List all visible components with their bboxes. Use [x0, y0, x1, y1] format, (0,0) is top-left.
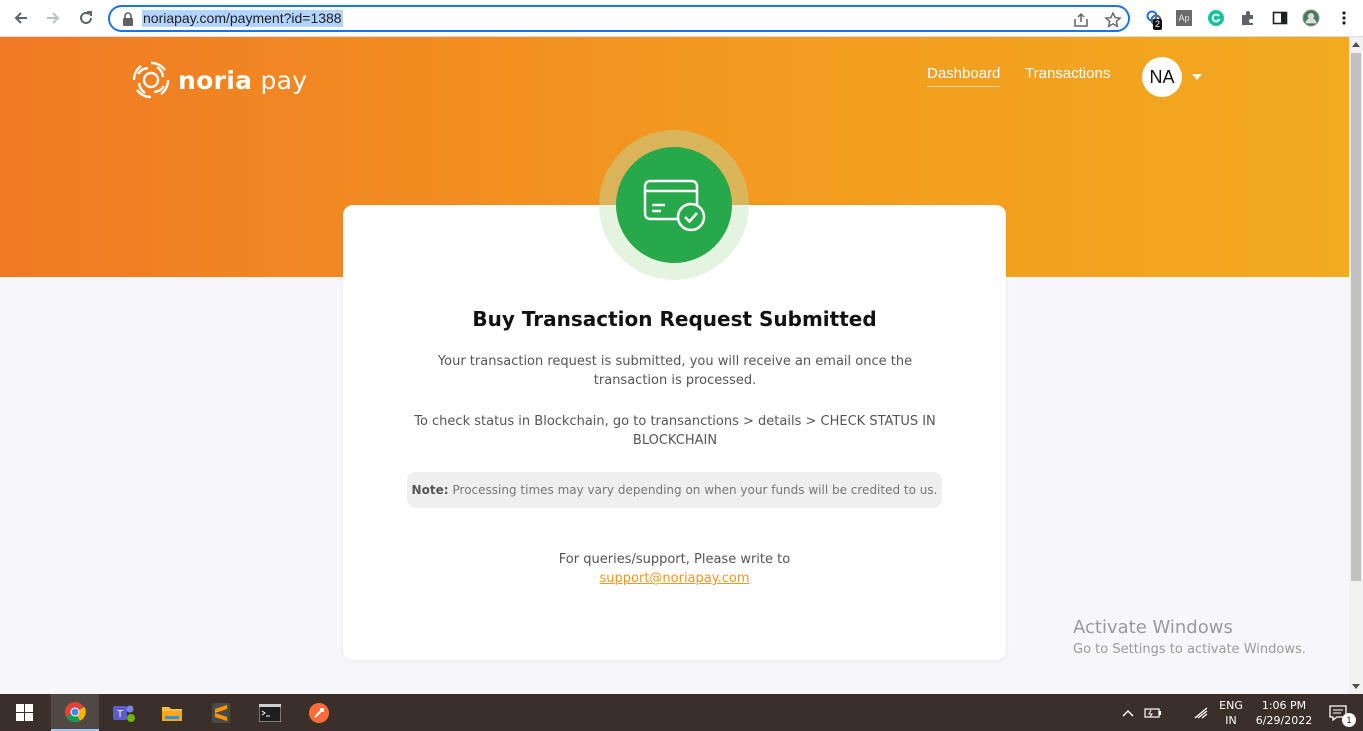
- clock-time: 1:06 PM: [1261, 699, 1307, 712]
- svg-text:T: T: [117, 709, 123, 720]
- reload-icon: [80, 11, 92, 24]
- windows-logo-icon: [15, 704, 33, 721]
- show-hidden-icons-chevron-up-icon[interactable]: [1117, 694, 1139, 731]
- extensions-puzzle-icon[interactable]: [1239, 9, 1257, 27]
- region-code: IN: [1225, 714, 1237, 727]
- extension-badge: 2: [1153, 19, 1163, 30]
- logo-text-bold: noria: [178, 65, 253, 95]
- card-check-icon: [643, 179, 706, 232]
- noria-logo-mark-icon: [132, 61, 170, 99]
- reload-button[interactable]: [73, 6, 99, 30]
- taskbar-postman[interactable]: [295, 694, 343, 731]
- noria-pay-logo[interactable]: noria pay: [130, 59, 307, 101]
- support-section: For queries/support, Please write to sup…: [343, 550, 1006, 588]
- account-menu-chevron-down-icon[interactable]: [1192, 74, 1202, 80]
- blockchain-status-instructions: To check status in Blockchain, go to tra…: [414, 414, 936, 448]
- scroll-down-arrow-icon[interactable]: [1352, 684, 1360, 689]
- start-button[interactable]: [0, 694, 48, 731]
- page-scrollbar[interactable]: [1349, 37, 1363, 694]
- clock-date: 6/29/2022: [1255, 714, 1313, 727]
- extension-link-icon[interactable]: 2: [1145, 9, 1163, 30]
- terminal-icon: [259, 703, 281, 722]
- forward-button[interactable]: [40, 6, 66, 30]
- url-text[interactable]: noriapay.com/payment?id=1388: [142, 10, 343, 27]
- taskbar-teams[interactable]: T: [100, 694, 148, 731]
- share-icon[interactable]: [1072, 11, 1090, 29]
- side-panel-icon[interactable]: [1271, 9, 1289, 27]
- activate-windows-subtitle: Go to Settings to activate Windows.: [1073, 642, 1306, 657]
- activate-windows-title: Activate Windows: [1073, 617, 1233, 638]
- teams-icon: T: [113, 705, 135, 722]
- support-email-link[interactable]: support@noriapay.com: [343, 569, 1006, 588]
- folder-icon: [162, 706, 182, 721]
- forward-arrow-icon: [47, 12, 60, 24]
- clock[interactable]: 1:06 PM 6/29/2022: [1253, 698, 1315, 728]
- address-bar[interactable]: noriapay.com/payment?id=1388: [108, 5, 1130, 32]
- support-text: For queries/support, Please write to: [558, 552, 791, 567]
- action-center-button[interactable]: 1: [1318, 694, 1358, 731]
- bookmark-star-icon[interactable]: [1104, 11, 1122, 29]
- logo-text-light: pay: [252, 65, 308, 95]
- grammarly-icon[interactable]: [1207, 9, 1225, 27]
- language-code: ENG: [1219, 699, 1243, 712]
- taskbar-chrome[interactable]: [51, 694, 99, 731]
- scrollbar-thumb[interactable]: [1351, 53, 1361, 581]
- postman-icon: [309, 702, 329, 723]
- profile-avatar-icon[interactable]: [1302, 9, 1320, 27]
- taskbar-terminal[interactable]: [246, 694, 294, 731]
- nav-dashboard-link[interactable]: Dashboard: [927, 65, 1001, 87]
- user-avatar[interactable]: NA: [1142, 57, 1182, 97]
- sublime-text-icon: [212, 702, 230, 723]
- confirmation-title: Buy Transaction Request Submitted: [472, 307, 877, 331]
- note-text: Processing times may vary depending on w…: [452, 483, 938, 497]
- windows-taskbar: T ENG IN 1:06 PM 6/29/2022 1: [0, 694, 1363, 731]
- back-button[interactable]: [8, 6, 34, 30]
- logo-wordmark: noria pay: [178, 66, 307, 95]
- back-arrow-icon: [14, 12, 27, 24]
- taskbar-file-explorer[interactable]: [148, 694, 196, 731]
- wifi-icon[interactable]: [1190, 694, 1212, 731]
- battery-icon[interactable]: [1142, 694, 1164, 731]
- note-label: Note:: [411, 483, 449, 497]
- notification-count-badge: 1: [1342, 713, 1356, 727]
- lock-icon: [123, 12, 133, 26]
- browser-menu-icon[interactable]: [1335, 9, 1353, 27]
- activate-windows-watermark: Activate Windows Go to Settings to activ…: [1073, 617, 1306, 657]
- submission-message: Your transaction request is submitted, y…: [437, 354, 913, 388]
- scroll-up-arrow-icon[interactable]: [1352, 42, 1360, 47]
- payment-page: noria pay Dashboard Transactions NA Buy …: [0, 37, 1349, 694]
- nav-transactions-link[interactable]: Transactions: [1025, 65, 1110, 82]
- chrome-icon: [65, 701, 86, 722]
- input-language[interactable]: ENG IN: [1213, 698, 1249, 728]
- browser-toolbar: noriapay.com/payment?id=1388 2 Ap: [0, 0, 1363, 37]
- processing-note: Note: Processing times may vary dependin…: [407, 472, 942, 508]
- extension-ap-icon[interactable]: Ap: [1175, 9, 1193, 27]
- extension-ap-label: Ap: [1176, 10, 1192, 26]
- taskbar-sublime-text[interactable]: [197, 694, 245, 731]
- payment-success-badge: [616, 147, 732, 263]
